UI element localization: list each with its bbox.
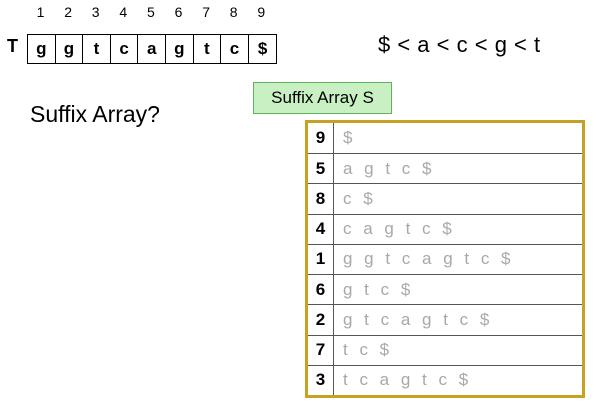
text-cell: c	[221, 35, 249, 63]
text-label: T	[7, 36, 18, 56]
text-cell: t	[194, 35, 222, 63]
suffix-index: 7	[308, 335, 334, 365]
suffix-row: 5 a g t c $	[308, 153, 582, 184]
suffix-index: 4	[308, 214, 334, 244]
position-index: 1	[36, 4, 45, 20]
suffix-array-table: 9 $5 a g t c $8 c $4 c a g t c $1 g g t c a g…	[305, 120, 585, 398]
text-sequence: g g t c a g t c $	[27, 34, 278, 64]
suffix-text: $	[343, 128, 353, 148]
text-cell: g	[28, 35, 56, 63]
text-cell: a	[138, 35, 166, 63]
position-index: 4	[119, 4, 128, 20]
suffix-row: 9 $	[308, 123, 582, 154]
text-cell: g	[166, 35, 194, 63]
suffix-index: 9	[308, 123, 334, 154]
suffix-index: 6	[308, 275, 334, 305]
suffix-row: 2 g t c a g t c $	[308, 304, 582, 335]
suffix-row: 8 c $	[308, 183, 582, 214]
suffix-index: 5	[308, 154, 334, 184]
suffix-index: 1	[308, 244, 334, 275]
suffix-row: 1 g g t c a g t c $	[308, 243, 582, 275]
position-index: 6	[174, 4, 183, 20]
suffix-row: 4 c a g t c $	[308, 213, 582, 244]
position-index: 9	[257, 4, 266, 20]
suffix-row: 3 t c a g t c $	[308, 364, 582, 395]
suffix-text: a g t c $	[343, 158, 432, 178]
suffix-array-label: Suffix Array S	[253, 82, 392, 114]
text-cell: g	[56, 35, 84, 63]
position-index: 7	[202, 4, 210, 20]
position-index: 5	[146, 4, 155, 20]
suffix-index: 3	[308, 365, 334, 395]
suffix-text: t c $	[343, 340, 390, 360]
alphabet-ordering: $ < a < c < g < t	[378, 32, 541, 57]
suffix-index: 2	[308, 305, 334, 335]
suffix-text: g t c a g t c $	[343, 309, 490, 329]
text-cell: $	[257, 39, 268, 58]
suffix-text: g t c $	[343, 279, 411, 299]
suffix-text: t c a g t c $	[343, 370, 469, 390]
suffix-text: c $	[343, 189, 374, 209]
suffix-index: 8	[308, 184, 334, 214]
suffix-text: g g t c a g t c $	[343, 249, 512, 269]
position-index: 3	[91, 4, 100, 20]
text-cell: t	[83, 35, 111, 63]
suffix-row: 6 g t c $	[308, 274, 582, 305]
text-cell: c	[111, 35, 139, 63]
suffix-text: c a g t c $	[343, 219, 453, 239]
position-index: 8	[229, 4, 238, 20]
position-index: 2	[64, 4, 72, 20]
question-text: Suffix Array?	[30, 101, 160, 127]
suffix-row: 7 t c $	[308, 334, 582, 365]
